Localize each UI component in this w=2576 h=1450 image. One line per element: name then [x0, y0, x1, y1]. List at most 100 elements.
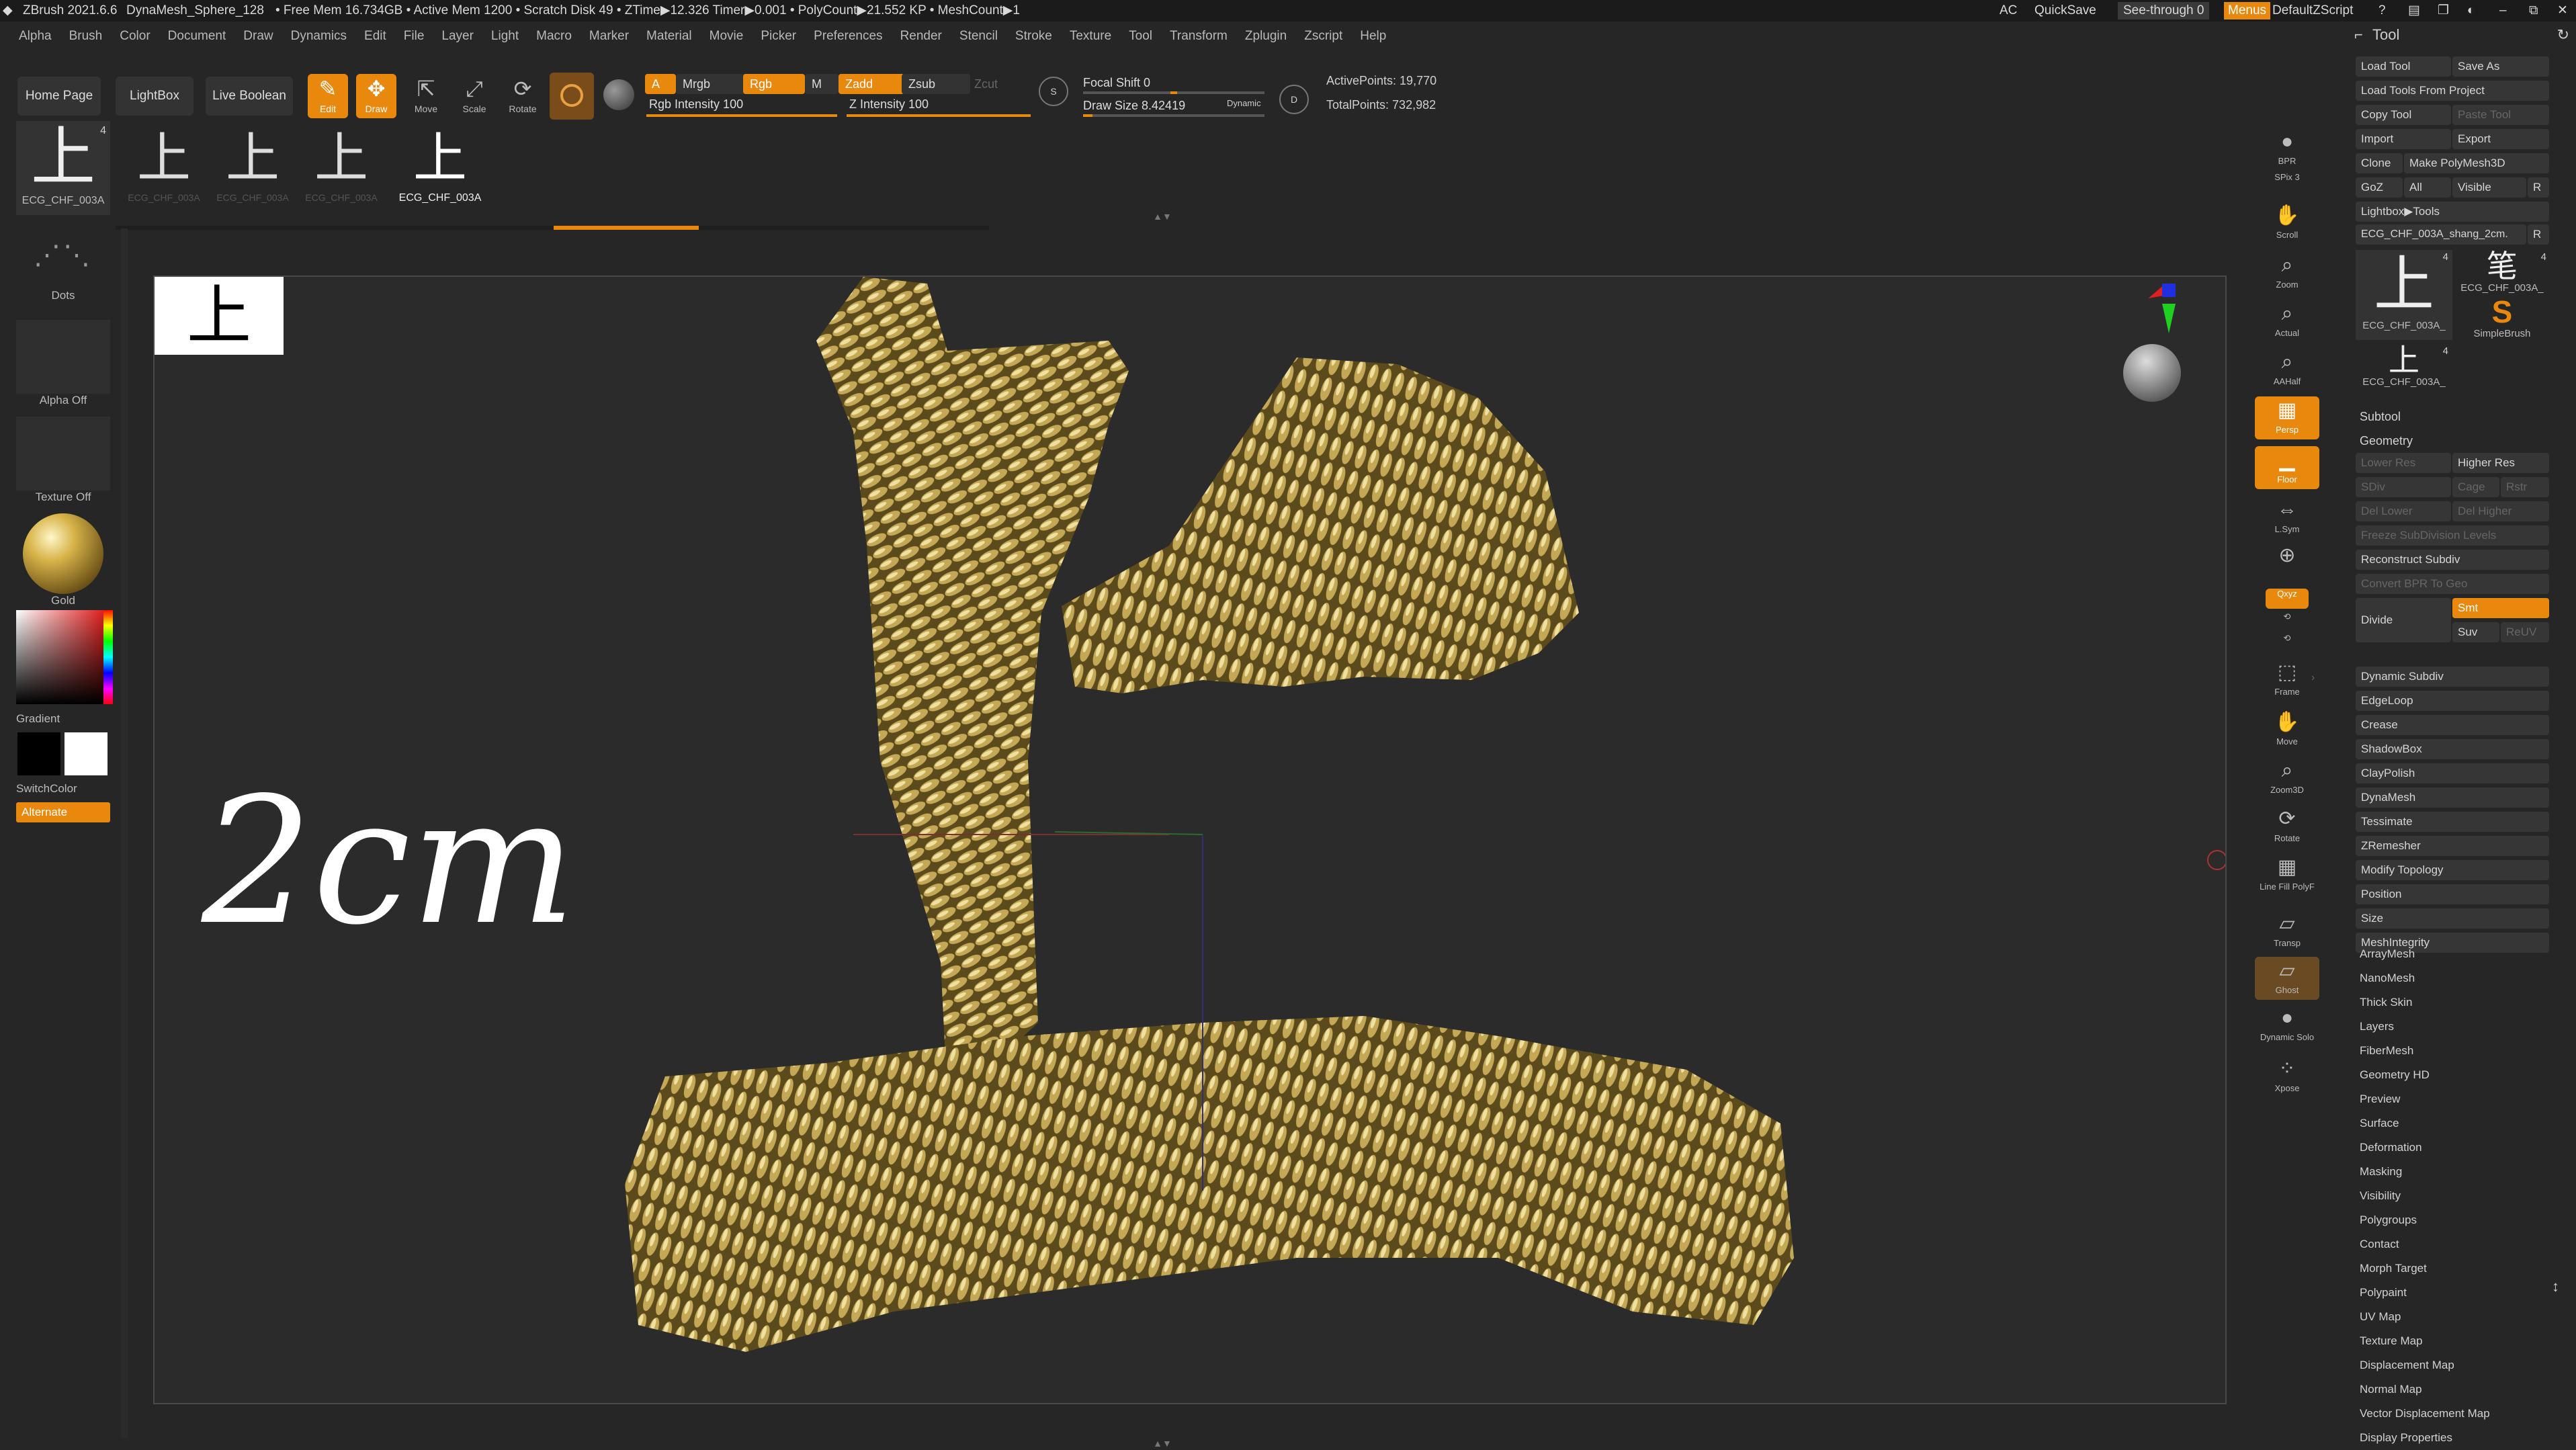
- section-vector-displacement-map[interactable]: Vector Displacement Map: [2360, 1402, 2553, 1426]
- switch-color-button[interactable]: SwitchColor: [16, 782, 97, 796]
- rstr-button[interactable]: Rstr: [2501, 477, 2549, 497]
- lightbox-button[interactable]: LightBox: [116, 77, 194, 116]
- floor-button[interactable]: ▁ Floor: [2255, 446, 2319, 489]
- menu-draw[interactable]: Draw: [243, 29, 273, 43]
- sdiv-slider[interactable]: SDiv: [2356, 477, 2451, 497]
- geometry-position[interactable]: Position: [2356, 884, 2549, 904]
- rotate-button[interactable]: ⟳ Rotate: [503, 74, 543, 118]
- help-icon[interactable]: ?: [2378, 0, 2386, 22]
- recent-tool-3[interactable]: 上 ECG_CHF_003A: [301, 125, 382, 203]
- axis-gizmo-icon[interactable]: [2122, 284, 2182, 344]
- move-view-button[interactable]: ✋ Move: [2255, 708, 2319, 751]
- menu-picker[interactable]: Picker: [761, 29, 796, 43]
- copy-tool-button[interactable]: Copy Tool: [2356, 105, 2451, 125]
- section-visibility[interactable]: Visibility: [2360, 1184, 2553, 1208]
- persp-button[interactable]: ▦ Persp: [2255, 396, 2319, 439]
- aahalf-button[interactable]: ⌕ AAHalf: [2255, 348, 2319, 391]
- menu-stroke[interactable]: Stroke: [1015, 29, 1052, 43]
- menu-dynamics[interactable]: Dynamics: [291, 29, 347, 43]
- simplebrush-thumb[interactable]: S SimpleBrush: [2455, 296, 2549, 340]
- recent-tool-4[interactable]: 上 ECG_CHF_003A: [390, 125, 490, 204]
- current-tool-thumb[interactable]: 上 ECG_CHF_003A 4: [16, 121, 110, 215]
- local-button[interactable]: ⊕: [2255, 542, 2319, 585]
- color-picker[interactable]: [16, 610, 113, 711]
- current-tool-r-button[interactable]: R: [2528, 224, 2549, 245]
- geometry-size[interactable]: Size: [2356, 908, 2549, 929]
- freeze-subdivision-button[interactable]: Freeze SubDivision Levels: [2356, 525, 2549, 546]
- rotate-view-button[interactable]: ⟳ Rotate: [2255, 805, 2319, 848]
- menu-document[interactable]: Document: [168, 29, 226, 43]
- ui-scale-icon[interactable]: ◐: [2467, 0, 2475, 22]
- default-zscript-button[interactable]: DefaultZScript: [2272, 0, 2353, 22]
- edit-button[interactable]: ✎ Edit: [308, 74, 348, 118]
- load-tools-from-project-button[interactable]: Load Tools From Project: [2356, 81, 2549, 101]
- z-intensity-track[interactable]: [847, 114, 1031, 117]
- lower-res-button[interactable]: Lower Res: [2356, 453, 2451, 473]
- geometry-zremesher[interactable]: ZRemesher: [2356, 836, 2549, 856]
- left-tray-divider[interactable]: [121, 228, 128, 1438]
- menu-tool[interactable]: Tool: [1129, 29, 1152, 43]
- transp-button[interactable]: ▱ Transp: [2255, 910, 2319, 953]
- see-through-slider[interactable]: See-through 0: [2118, 2, 2210, 19]
- restore-icon[interactable]: ⧉: [2529, 0, 2538, 22]
- zcut-button[interactable]: Zcut: [968, 74, 1028, 94]
- higher-res-button[interactable]: Higher Res: [2452, 453, 2549, 473]
- geometry-modify-topology[interactable]: Modify Topology: [2356, 860, 2549, 880]
- menu-texture[interactable]: Texture: [1070, 29, 1111, 43]
- geometry-crease[interactable]: Crease: [2356, 715, 2549, 735]
- menu-file[interactable]: File: [404, 29, 425, 43]
- menu-help[interactable]: Help: [1360, 29, 1386, 43]
- close-icon[interactable]: ✕: [2557, 0, 2568, 22]
- menu-stencil[interactable]: Stencil: [959, 29, 998, 43]
- divide-button[interactable]: Divide: [2356, 598, 2451, 642]
- palette-close-icon[interactable]: ↻: [2557, 22, 2569, 48]
- load-tool-button[interactable]: Load Tool: [2356, 56, 2451, 77]
- section-displacement-map[interactable]: Displacement Map: [2360, 1353, 2553, 1377]
- polyf-button[interactable]: ▦ Line Fill PolyF: [2255, 853, 2319, 907]
- section-texture-map[interactable]: Texture Map: [2360, 1329, 2553, 1353]
- gold-mesh-model[interactable]: [155, 277, 2225, 1403]
- scale-button[interactable]: ⤢ Scale: [454, 74, 495, 118]
- material-slot[interactable]: Gold: [16, 513, 110, 607]
- section-thick-skin[interactable]: Thick Skin: [2360, 990, 2553, 1015]
- zadd-button[interactable]: Zadd: [839, 74, 904, 94]
- menu-transform[interactable]: Transform: [1170, 29, 1228, 43]
- brush-thumbnail[interactable]: [550, 73, 594, 120]
- recent-tool-1[interactable]: 上 ECG_CHF_003A: [124, 125, 204, 203]
- goz-button[interactable]: GoZ: [2356, 177, 2403, 198]
- solo-button[interactable]: ● Dynamic Solo: [2255, 1004, 2319, 1051]
- focal-shift-track[interactable]: [1083, 91, 1264, 94]
- quicksave-button[interactable]: QuickSave: [2034, 0, 2096, 22]
- export-button[interactable]: Export: [2452, 129, 2549, 149]
- make-polymesh3d-button[interactable]: Make PolyMesh3D: [2404, 153, 2549, 173]
- focal-shift-slider[interactable]: Focal Shift 0: [1076, 73, 1271, 93]
- geometry-shadowbox[interactable]: ShadowBox: [2356, 739, 2549, 759]
- d-lazy-icon[interactable]: D: [1279, 85, 1309, 114]
- suv-toggle[interactable]: Suv: [2452, 622, 2499, 642]
- stroke-slot[interactable]: ⋰⋱ Dots: [16, 222, 110, 313]
- goz-r-button[interactable]: R: [2528, 177, 2549, 198]
- menu-brush[interactable]: Brush: [69, 29, 103, 43]
- section-preview[interactable]: Preview: [2360, 1087, 2553, 1111]
- home-page-button[interactable]: Home Page: [17, 77, 101, 116]
- rgb-intensity-track[interactable]: [646, 114, 837, 117]
- menu-edit[interactable]: Edit: [364, 29, 386, 43]
- geometry-section[interactable]: Geometry: [2360, 434, 2413, 448]
- save-as-button[interactable]: Save As: [2452, 56, 2549, 77]
- menu-macro[interactable]: Macro: [536, 29, 572, 43]
- section-nanomesh[interactable]: NanoMesh: [2360, 966, 2553, 990]
- menu-marker[interactable]: Marker: [589, 29, 629, 43]
- rgb-intensity-slider[interactable]: Rgb Intensity 100: [642, 94, 844, 114]
- zoom3d-button[interactable]: ⌕ Zoom3D: [2255, 757, 2319, 800]
- del-higher-button[interactable]: Del Higher: [2452, 501, 2549, 521]
- menu-zplugin[interactable]: Zplugin: [1245, 29, 1287, 43]
- smt-toggle[interactable]: Smt: [2452, 598, 2549, 618]
- mrgb-button[interactable]: Mrgb: [676, 74, 750, 94]
- menu-light[interactable]: Light: [491, 29, 519, 43]
- qxyz-button[interactable]: Qxyz: [2266, 589, 2309, 609]
- window-icon[interactable]: ❐: [2438, 0, 2449, 22]
- recent-tools-scrollbar[interactable]: [116, 226, 989, 230]
- section-contact[interactable]: Contact: [2360, 1232, 2553, 1256]
- section-arraymesh[interactable]: ArrayMesh: [2360, 942, 2553, 966]
- geometry-tessimate[interactable]: Tessimate: [2356, 812, 2549, 832]
